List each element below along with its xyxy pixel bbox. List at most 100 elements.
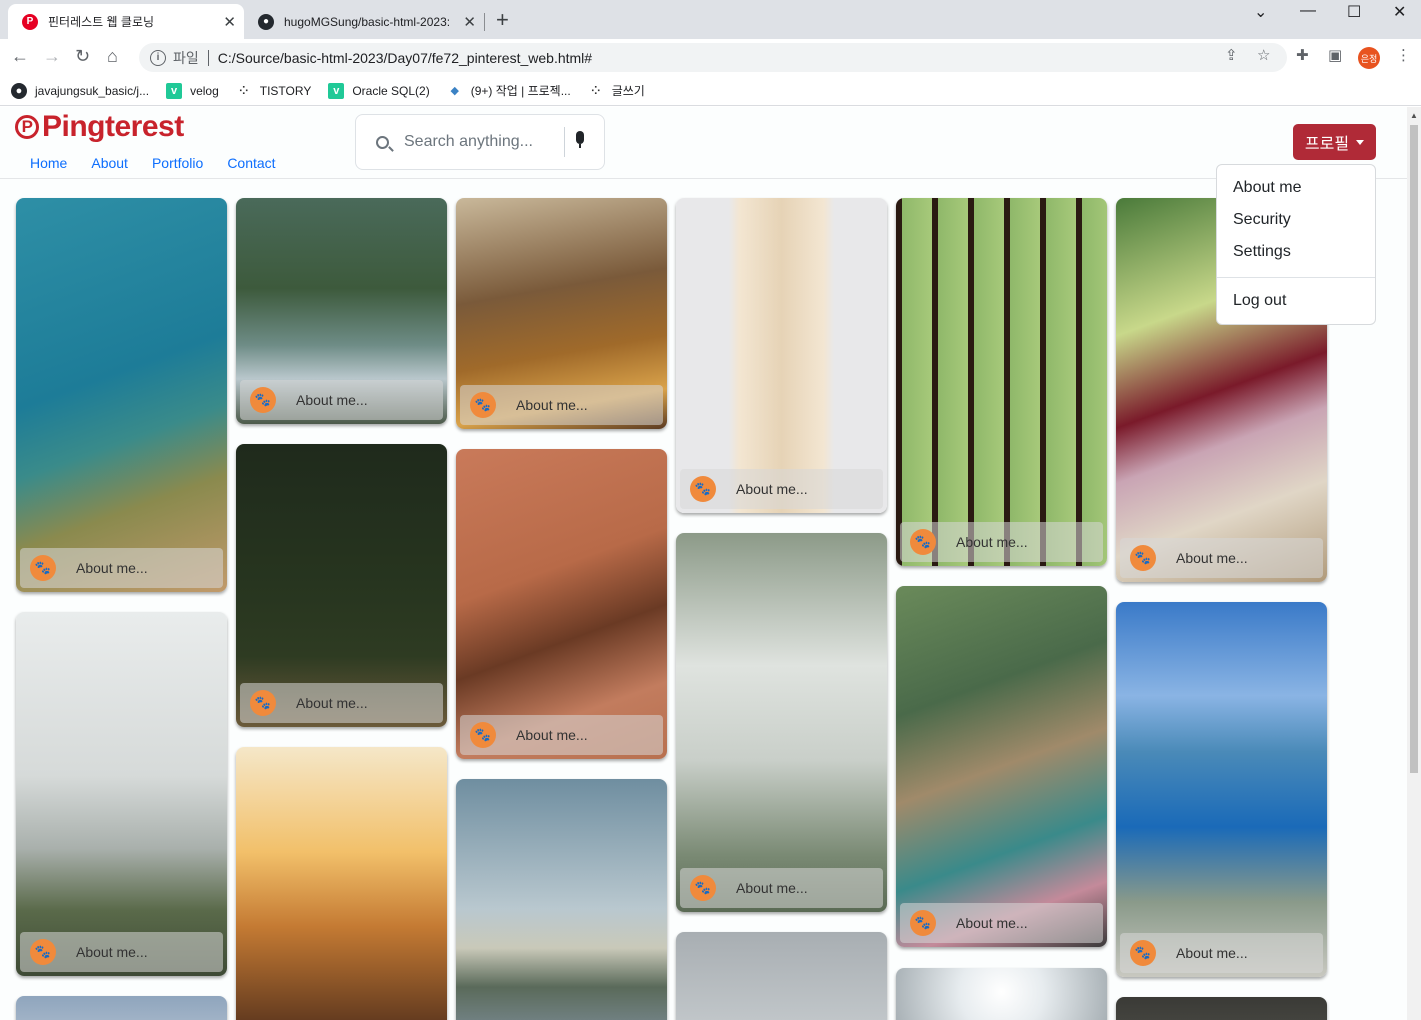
tistory-icon: ⁘	[591, 85, 601, 97]
tistory-icon: ⁘	[239, 85, 249, 97]
pin-caption-text: About me...	[736, 481, 808, 497]
info-icon[interactable]: i	[150, 49, 166, 66]
dropdown-item-log-out[interactable]: Log out	[1233, 292, 1286, 310]
url-scheme: 파일	[173, 49, 199, 66]
pin-caption[interactable]: 🐾 About me...	[20, 932, 223, 972]
bookmark-item[interactable]: v velog	[166, 82, 219, 99]
browser-toolbar: ← → ↻ ⌂ i 파일 C:/Source/basic-html-2023/D…	[0, 39, 1421, 76]
scrollbar-thumb[interactable]	[1410, 125, 1418, 773]
maximize-icon[interactable]: ☐	[1347, 2, 1361, 22]
pin-card[interactable]	[456, 779, 667, 1020]
minimize-icon[interactable]: —	[1300, 2, 1316, 20]
pin-card[interactable]: 🐾 About me...	[1116, 602, 1327, 977]
browser-tab-github[interactable]: ● hugoMGSung/basic-html-2023: ✕	[244, 4, 484, 39]
pin-card[interactable]: 🐾 About me...	[896, 198, 1107, 566]
github-icon: ●	[11, 82, 27, 99]
home-icon[interactable]: ⌂	[107, 46, 118, 67]
pinterest-icon: P	[15, 115, 39, 139]
forward-icon[interactable]: →	[43, 46, 61, 67]
pin-caption[interactable]: 🐾 About me...	[240, 683, 443, 723]
reload-icon[interactable]: ↻	[75, 46, 90, 67]
pin-caption[interactable]: 🐾 About me...	[680, 469, 883, 509]
dropdown-item-about-me[interactable]: About me	[1233, 179, 1301, 197]
pin-caption[interactable]: 🐾 About me...	[20, 548, 223, 588]
bookmark-item[interactable]: ◆ (9+) 작업 | 프로젝...	[447, 82, 570, 99]
browser-tab-strip: P 핀터레스트 웹 클로닝 ✕ ● hugoMGSung/basic-html-…	[0, 0, 1421, 39]
bookmark-star-icon[interactable]: ☆	[1257, 46, 1270, 64]
page-scrollbar[interactable]: ▲	[1407, 107, 1421, 1020]
pin-caption[interactable]: 🐾 About me...	[900, 903, 1103, 943]
bookmark-item[interactable]: ● javajungsuk_basic/j...	[11, 82, 150, 99]
new-tab-icon[interactable]: +	[496, 9, 509, 31]
site-logo[interactable]: P Pingterest	[15, 110, 184, 144]
microphone-icon[interactable]	[576, 131, 584, 148]
paw-icon: 🐾	[690, 875, 716, 901]
search-icon	[376, 135, 389, 149]
pin-caption[interactable]: 🐾 About me...	[460, 385, 663, 425]
paw-icon: 🐾	[910, 529, 936, 555]
pin-caption[interactable]: 🐾 About me...	[900, 522, 1103, 562]
caret-down-icon	[1356, 139, 1365, 145]
tab-search-icon[interactable]: ⌄	[1254, 2, 1267, 22]
pin-card[interactable]: 🐾 About me...	[676, 198, 887, 513]
pin-caption[interactable]: 🐾 About me...	[460, 715, 663, 755]
pin-card[interactable]: 🐾 About me...	[16, 198, 227, 592]
pin-caption[interactable]: 🐾 About me...	[680, 868, 883, 908]
share-icon[interactable]: ⇪	[1225, 46, 1238, 64]
paw-icon: 🐾	[910, 910, 936, 936]
pin-card[interactable]: 🐾 About me...	[456, 198, 667, 429]
dropdown-item-security[interactable]: Security	[1233, 211, 1291, 229]
pin-card[interactable]: 🐾 About me...	[236, 444, 447, 727]
pin-caption-text: About me...	[516, 397, 588, 413]
more-menu-icon[interactable]: ⋮	[1396, 46, 1411, 64]
pin-card[interactable]	[1116, 997, 1327, 1020]
pin-card[interactable]	[676, 932, 887, 1020]
pin-card[interactable]: 🐾 About me...	[16, 612, 227, 976]
pin-caption-text: About me...	[516, 727, 588, 743]
profile-dropdown-button[interactable]: 프로필	[1293, 124, 1376, 160]
bookmark-item[interactable]: ⁘ TISTORY	[236, 83, 311, 99]
extensions-icon[interactable]: ✚	[1296, 46, 1309, 64]
pin-caption[interactable]: 🐾 About me...	[1120, 538, 1323, 578]
close-icon[interactable]: ✕	[223, 13, 236, 31]
nav-home[interactable]: Home	[30, 155, 67, 171]
url-divider	[207, 49, 209, 66]
pin-caption-text: About me...	[296, 695, 368, 711]
paw-icon: 🐾	[470, 392, 496, 418]
main-nav: Home About Portfolio Contact	[30, 155, 300, 171]
nav-about[interactable]: About	[91, 155, 128, 171]
paw-icon: 🐾	[690, 476, 716, 502]
bookmark-label: Oracle SQL(2)	[352, 83, 430, 98]
window-close-icon[interactable]: ✕	[1393, 2, 1406, 22]
pinterest-icon: P	[22, 13, 38, 30]
search-box[interactable]: Search anything...	[355, 114, 605, 170]
bookmark-label: velog	[190, 83, 219, 98]
site-header: P Pingterest Home About Portfolio Contac…	[0, 107, 1407, 179]
pin-card[interactable]: 🐾 About me...	[236, 198, 447, 424]
nav-contact[interactable]: Contact	[227, 155, 275, 171]
pin-card[interactable]	[896, 968, 1107, 1020]
pin-caption[interactable]: 🐾 About me...	[1120, 933, 1323, 973]
browser-tab-active[interactable]: P 핀터레스트 웹 클로닝 ✕	[8, 4, 244, 39]
bookmark-item[interactable]: ⁘ 글쓰기	[588, 82, 645, 99]
bookmark-label: javajungsuk_basic/j...	[35, 83, 150, 98]
pin-card[interactable]	[236, 747, 447, 1020]
close-icon[interactable]: ✕	[463, 13, 476, 31]
profile-button-label: 프로필	[1304, 136, 1350, 153]
bookmark-item[interactable]: v Oracle SQL(2)	[328, 82, 430, 99]
back-icon[interactable]: ←	[11, 46, 29, 67]
pin-card[interactable]	[16, 996, 227, 1020]
pin-card[interactable]: 🐾 About me...	[456, 449, 667, 759]
pin-card[interactable]: 🐾 About me...	[676, 533, 887, 912]
scroll-up-icon[interactable]: ▲	[1410, 111, 1418, 120]
address-bar[interactable]: i 파일 C:/Source/basic-html-2023/Day07/fe7…	[139, 43, 1287, 72]
search-input[interactable]: Search anything...	[404, 133, 533, 151]
side-panel-icon[interactable]: ▣	[1328, 46, 1342, 64]
browser-profile-avatar[interactable]: 은정	[1358, 47, 1380, 69]
paw-icon: 🐾	[1130, 545, 1156, 571]
dropdown-item-settings[interactable]: Settings	[1233, 243, 1291, 261]
bookmarks-bar: ● javajungsuk_basic/j... v velog ⁘ TISTO…	[0, 76, 1421, 106]
pin-card[interactable]: 🐾 About me...	[896, 586, 1107, 947]
pin-caption[interactable]: 🐾 About me...	[240, 380, 443, 420]
nav-portfolio[interactable]: Portfolio	[152, 155, 203, 171]
